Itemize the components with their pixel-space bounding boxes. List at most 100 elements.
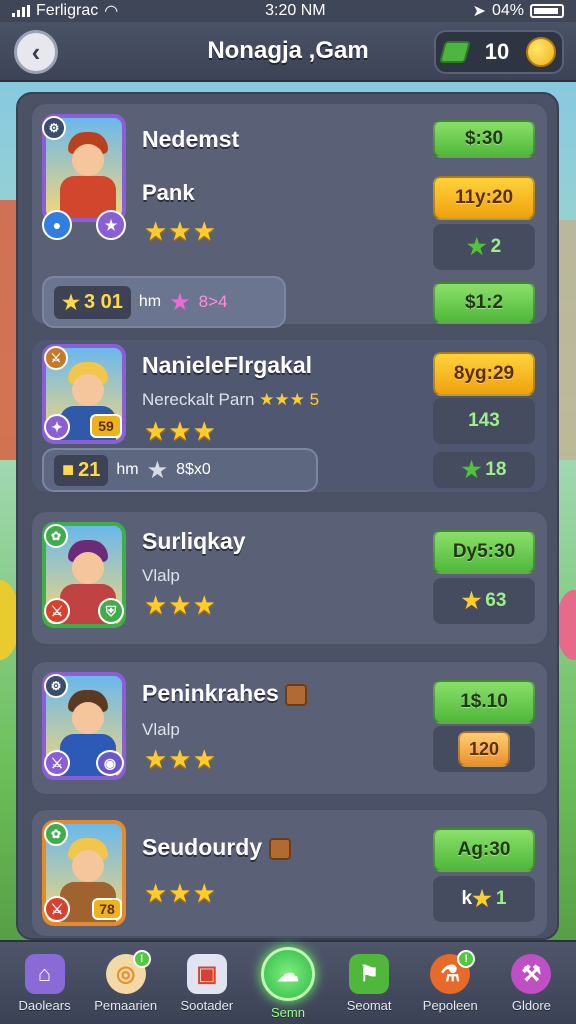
reward-tooltip: ■ 21 hm ★ 8$x0 — [42, 448, 318, 492]
reward-slot: 143 — [433, 398, 535, 444]
name-text: Peninkrahes — [142, 680, 279, 706]
character-name: Peninkrahes — [142, 680, 308, 707]
nav-item-semn[interactable]: ☁ Semn — [251, 946, 325, 1020]
rank-badge-icon: ✦ — [44, 414, 70, 440]
sword-icon: ⚔ — [44, 346, 68, 370]
character-card[interactable]: ✿ ⚔ 78 Seudourdy ★★★ Ag:30 k ★ 1 — [30, 808, 549, 938]
character-name: Pank — [142, 180, 195, 205]
carrier-name: Ferligrac — [36, 2, 99, 19]
gem-icon — [439, 41, 471, 63]
nav-item-seomat[interactable]: ⚑ Seomat — [332, 953, 406, 1013]
page-title: Nonagja ,Gam — [207, 37, 369, 64]
character-subtitle: Nereckalt Parn ★★★ 5 — [142, 390, 319, 410]
reward-slot: ★ 63 — [433, 578, 535, 624]
leaf-icon: ✿ — [44, 822, 68, 846]
character-card[interactable]: ✿ ⚔ ⛨ Surliqkay Vlalp ★★★ Dy5:30 ★ 63 — [30, 510, 549, 646]
gear-icon: ⚙ — [44, 674, 68, 698]
reward-tooltip: ★ 3 01 hm ★ 8>4 — [42, 276, 286, 328]
currency-display[interactable]: 10 — [434, 30, 564, 74]
shield-icon: ⛨ — [98, 598, 124, 624]
green-star-icon: ★ — [461, 457, 482, 482]
character-card[interactable]: ⚙ ⚔ ◉ Peninkrahes Vlalp ★★★ 1$.10 120 — [30, 660, 549, 796]
star-icon: ★ — [62, 291, 80, 314]
reward-slot: k ★ 1 — [433, 876, 535, 922]
nav-label: Daolears — [18, 997, 71, 1013]
chat-icon: ☁ — [260, 946, 315, 1001]
reward-slot: 120 — [433, 726, 535, 772]
sword-icon: ⚔ — [44, 598, 70, 624]
nav-label: Gldore — [511, 997, 551, 1013]
pink-star-icon: ★ — [169, 288, 191, 316]
subtitle-text: Nereckalt Parn — [142, 390, 255, 409]
bottom-reward-slot: ★ 18 — [433, 452, 535, 488]
nav-item-pepoleen[interactable]: ⚗ ! Pepoleen — [413, 949, 487, 1013]
back-button[interactable]: ‹ — [14, 30, 58, 74]
price-button[interactable]: $:30 — [433, 120, 535, 158]
flag-icon: ⚑ — [349, 953, 390, 994]
star-rating: ★★★ — [144, 216, 217, 246]
leaf-icon: ✿ — [44, 524, 68, 548]
reward-value: 18 — [485, 459, 507, 480]
chip-value: 3 01 — [83, 290, 123, 313]
cube-icon: ■ — [62, 458, 75, 481]
shop-icon: ▣ — [186, 953, 227, 994]
reward-value: 63 — [485, 590, 507, 611]
nav-item-home[interactable]: ⌂ Daolears — [8, 953, 82, 1013]
character-name: NanieleFlrgakal — [142, 352, 313, 378]
claim-button[interactable]: $1:2 — [433, 282, 535, 324]
green-star-icon: ★ — [466, 234, 487, 259]
reward-prefix: k — [461, 888, 473, 909]
location-icon: ➤ — [472, 3, 486, 20]
buy-button[interactable]: 8yg:29 — [433, 352, 535, 396]
rank-badge-icon: ★ — [96, 210, 126, 240]
reward-value: 1 — [495, 888, 507, 909]
star-rating: ★★★ — [144, 416, 217, 446]
subtitle-value: 5 — [309, 390, 320, 409]
buy-button[interactable]: Dy5:30 — [433, 530, 535, 574]
subtitle-stars: ★★★ — [259, 390, 305, 409]
notification-dot: ! — [457, 949, 476, 968]
reward-value: 2 — [490, 236, 502, 257]
character-name: Seudourdy — [142, 834, 291, 861]
character-name: Surliqkay — [142, 528, 246, 554]
nav-label: Sootader — [180, 997, 234, 1013]
tooltip-extra: 8$x0 — [176, 461, 211, 478]
character-subtitle: Vlalp — [142, 720, 180, 739]
level-badge: 78 — [92, 898, 122, 920]
reward-value[interactable]: 120 — [458, 731, 510, 767]
battery-icon — [529, 4, 564, 18]
character-list[interactable]: ● ★ ⚙ Nedemst Pank ★★★ $:30 11y:20 ★ 2 ★… — [16, 92, 559, 940]
chip-value: 21 — [78, 458, 101, 481]
header: ‹ Nonagja ,Gam 10 — [0, 22, 576, 82]
buy-button[interactable]: 11y:20 — [433, 176, 535, 220]
eye-icon: ◉ — [96, 750, 124, 776]
gear-icon: ⚙ — [42, 116, 66, 140]
white-star-icon: ★ — [146, 456, 169, 484]
nav-label: Pemaarien — [94, 997, 158, 1013]
status-bar: Ferligrac ◠ 3:20 NM ➤ 04% — [0, 0, 576, 22]
nav-item-shop[interactable]: ▣ Sootader — [170, 953, 244, 1013]
tooltip-label: hm — [138, 293, 162, 310]
buy-button[interactable]: Ag:30 — [433, 828, 535, 872]
sword-icon: ⚔ — [44, 750, 70, 776]
buy-button[interactable]: 1$.10 — [433, 680, 535, 724]
character-card[interactable]: ● ★ ⚙ Nedemst Pank ★★★ $:30 11y:20 ★ 2 ★… — [30, 102, 549, 328]
element-badge-icon: ● — [42, 210, 72, 240]
nav-label: Seomat — [346, 997, 392, 1013]
nav-item-pemaarien[interactable]: ◎ ! Pemaarien — [89, 949, 163, 1013]
reward-value: 143 — [468, 410, 500, 431]
star-icon: ★ — [472, 886, 492, 911]
nav-item-gldore[interactable]: ⚒ Gldore — [494, 953, 568, 1013]
star-icon: ★ — [461, 588, 482, 613]
card-title: Nedemst — [142, 126, 240, 152]
star-rating: ★★★ — [144, 878, 217, 908]
battery-percent: 04% — [491, 2, 524, 19]
tooltip-label: hm — [116, 461, 139, 478]
sword-icon: ⚔ — [44, 896, 70, 922]
background-ball — [556, 590, 576, 660]
character-card[interactable]: ⚔ ✦ 59 NanieleFlrgakal Nereckalt Parn ★★… — [30, 338, 549, 494]
name-text: Seudourdy — [142, 834, 263, 860]
bottom-nav: ⌂ Daolears ◎ ! Pemaarien ▣ Sootader ☁ Se… — [0, 940, 576, 1024]
level-badge: 59 — [90, 414, 122, 438]
notification-dot: ! — [132, 949, 151, 968]
